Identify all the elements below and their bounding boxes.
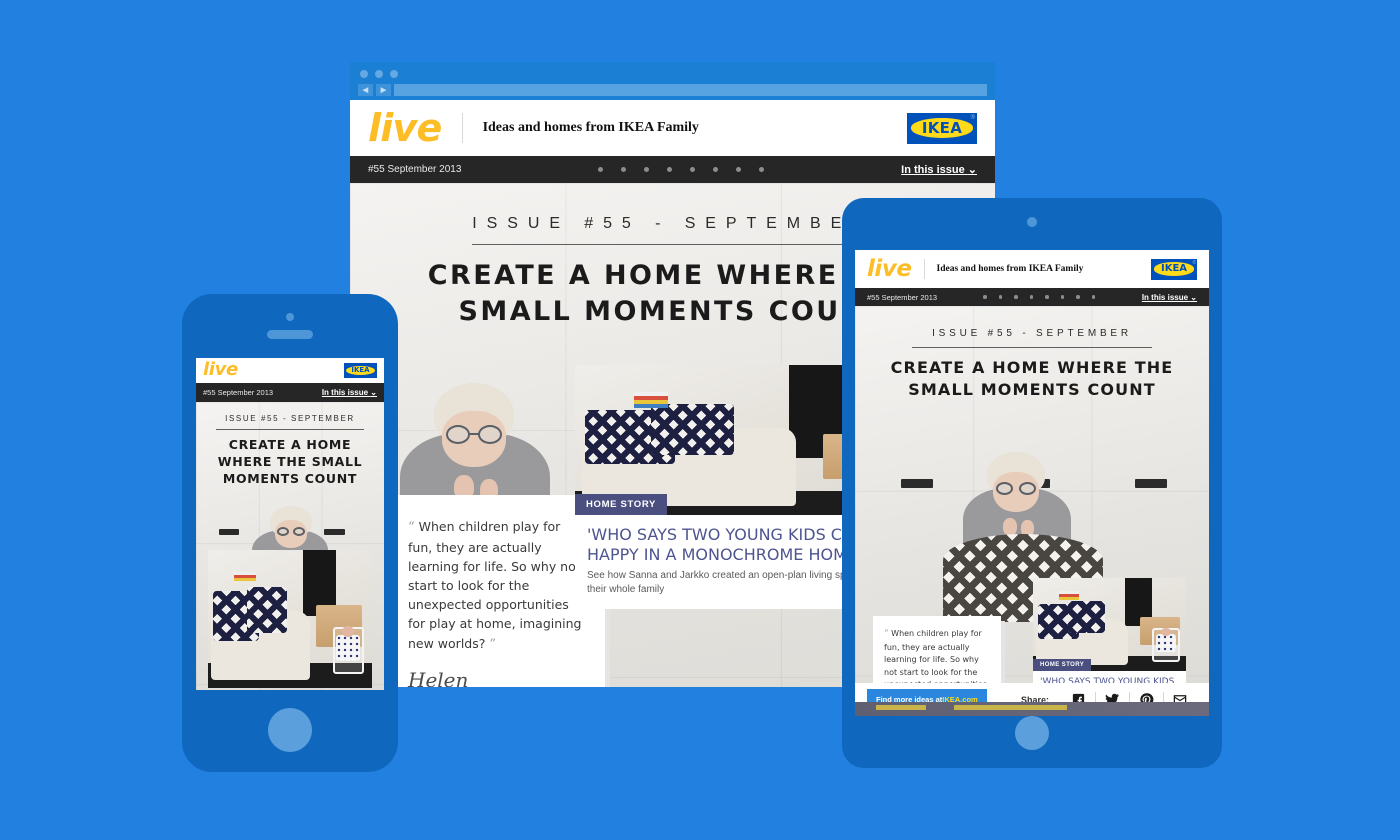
live-logo[interactable]: live	[368, 109, 442, 147]
article-card-tablet[interactable]: HOME STORY 'WHO SAYS TWO YOUNG KIDS CAN'…	[1033, 578, 1186, 683]
article-photo	[208, 550, 372, 688]
header-divider	[923, 259, 925, 279]
ikea-logo[interactable]: IKEA ®	[1151, 258, 1197, 280]
hero-text-phone: ISSUE #55 - SEPTEMBER CREATE A HOME WHER…	[196, 414, 384, 488]
hero-rule	[216, 429, 364, 430]
article-badge: HOME STORY	[575, 494, 667, 515]
ikea-logo-ellipse: IKEA	[911, 118, 973, 138]
ikea-trademark: ®	[1192, 259, 1196, 266]
in-this-issue-link[interactable]: In this issue ⌄	[322, 388, 377, 397]
quote-text: “ When children play for fun, they are a…	[408, 517, 587, 654]
hero-headline: CREATE A HOME WHERE THE SMALL MOMENTS CO…	[196, 437, 384, 488]
back-icon[interactable]: ◀	[358, 84, 373, 96]
chevron-down-icon: ⌄	[967, 164, 977, 176]
hero-kicker: ISSUE #55 - SEPTEMBER	[932, 328, 1132, 339]
article-title[interactable]: 'WHO SAYS TWO YOUNG KIDS CAN'T BE HAPPY …	[1033, 671, 1186, 683]
quote-body: When children play for fun, they are act…	[408, 519, 582, 651]
ikea-logo-ellipse: IKEA	[345, 365, 376, 376]
live-logo[interactable]: live	[867, 257, 912, 280]
phone-speaker	[267, 330, 313, 339]
quote-card: “ When children play for fun, they are a…	[390, 495, 610, 687]
carousel-dots[interactable]	[937, 295, 1142, 299]
ikea-logo-ellipse: IKEA	[1153, 262, 1195, 276]
address-bar[interactable]	[394, 84, 987, 96]
in-this-issue-link[interactable]: In this issue ⌄	[1142, 293, 1197, 302]
ikea-logo-text: IKEA	[921, 119, 963, 137]
ikea-logo[interactable]: IKEA ®	[907, 112, 977, 144]
article-badge: HOME STORY	[1033, 659, 1092, 671]
header-tagline: Ideas and homes from IKEA Family	[482, 120, 699, 135]
issue-label: #55 September 2013	[867, 292, 938, 302]
issue-bar: #55 September 2013 In this issue ⌄	[350, 156, 995, 183]
hero-rule	[912, 347, 1152, 348]
chevron-down-icon: ⌄	[1190, 292, 1197, 302]
browser-nav-buttons[interactable]: ◀ ▶	[358, 84, 391, 96]
chevron-down-icon: ⌄	[370, 388, 377, 397]
in-this-issue-label: In this issue	[321, 388, 369, 397]
article-photo: HOME STORY	[1033, 578, 1186, 671]
newsletter-header-tablet: live Ideas and homes from IKEA Family IK…	[855, 250, 1209, 288]
newsletter-header: live Ideas and homes from IKEA Family IK…	[350, 100, 995, 156]
ikea-trademark: ®	[970, 114, 975, 121]
issue-label: #55 September 2013	[203, 388, 274, 397]
issue-bar-phone: #55 September 2013 In this issue ⌄	[196, 383, 384, 402]
ikea-logo-text: IKEA	[351, 366, 370, 375]
quote-text: “ When children play for fun, they are a…	[884, 628, 990, 683]
issue-label: #55 September 2013	[368, 164, 462, 175]
newsletter-tablet: live Ideas and homes from IKEA Family IK…	[855, 250, 1209, 716]
toy-pram	[1152, 627, 1180, 662]
ikea-logo-text: IKEA	[1160, 263, 1188, 275]
hero-headline: CREATE A HOME WHERE THE SMALL MOMENTS CO…	[855, 357, 1209, 400]
next-section-strip	[855, 702, 1209, 716]
in-this-issue-link[interactable]: In this issue ⌄	[901, 163, 977, 176]
forward-icon[interactable]: ▶	[376, 84, 391, 96]
live-logo[interactable]: live	[203, 361, 238, 379]
phone-home-button[interactable]	[268, 708, 312, 752]
quote-signature: Helen	[408, 668, 469, 687]
header-divider	[461, 113, 463, 143]
phone-camera	[286, 313, 294, 321]
mockup-stage: ◀ ▶ live Ideas and homes from IKEA Famil…	[0, 0, 1400, 840]
quote-close-mark: ”	[489, 636, 497, 652]
hero-headline-line2: WHERE THE SMALL	[217, 453, 363, 469]
newsletter-phone: live IKEA #55 September 2013 In this iss…	[196, 358, 384, 690]
window-controls[interactable]	[360, 70, 398, 78]
hero-headline-line1: CREATE A HOME	[228, 437, 352, 452]
issue-bar-tablet: #55 September 2013 In this issue ⌄	[855, 288, 1209, 306]
browser-chrome: ◀ ▶	[350, 62, 995, 100]
in-this-issue-label: In this issue	[1141, 292, 1189, 302]
hero-rule	[471, 244, 874, 245]
hero-headline-line2: SMALL MOMENTS COUNT	[908, 379, 1156, 399]
phone-mockup: live IKEA #55 September 2013 In this iss…	[182, 294, 398, 772]
quote-open-mark: “	[408, 520, 415, 535]
hero-text-tablet: ISSUE #55 - SEPTEMBER CREATE A HOME WHER…	[855, 328, 1209, 400]
article-card-phone[interactable]: HOME STORY 'WHO SAYS TWO YOUNG KIDS CAN'…	[208, 550, 372, 688]
hero-section-phone: ISSUE #55 - SEPTEMBER CREATE A HOME WHER…	[196, 402, 384, 690]
tablet-home-button[interactable]	[1015, 716, 1049, 750]
carousel-dots[interactable]	[461, 167, 901, 172]
hero-section-tablet: ISSUE #55 - SEPTEMBER CREATE A HOME WHER…	[855, 306, 1209, 683]
quote-open-mark: “	[884, 629, 889, 639]
tablet-camera	[1027, 217, 1037, 227]
book-stack	[633, 392, 668, 408]
header-tagline: Ideas and homes from IKEA Family	[936, 264, 1084, 274]
newsletter-header-phone: live IKEA	[196, 358, 384, 383]
hero-headline-line1: CREATE A HOME WHERE THE	[890, 358, 1174, 377]
quote-body: When children play for fun, they are act…	[884, 629, 987, 683]
ikea-logo[interactable]: IKEA	[344, 363, 377, 378]
hero-kicker: ISSUE #55 - SEPTEMBER	[225, 414, 355, 423]
in-this-issue-label: In this issue	[901, 164, 965, 176]
toy-pram	[332, 625, 364, 675]
hero-headline-line3: MOMENTS COUNT	[222, 470, 358, 486]
quote-card-tablet: “ When children play for fun, they are a…	[873, 616, 1005, 683]
tablet-mockup: live Ideas and homes from IKEA Family IK…	[842, 198, 1222, 768]
